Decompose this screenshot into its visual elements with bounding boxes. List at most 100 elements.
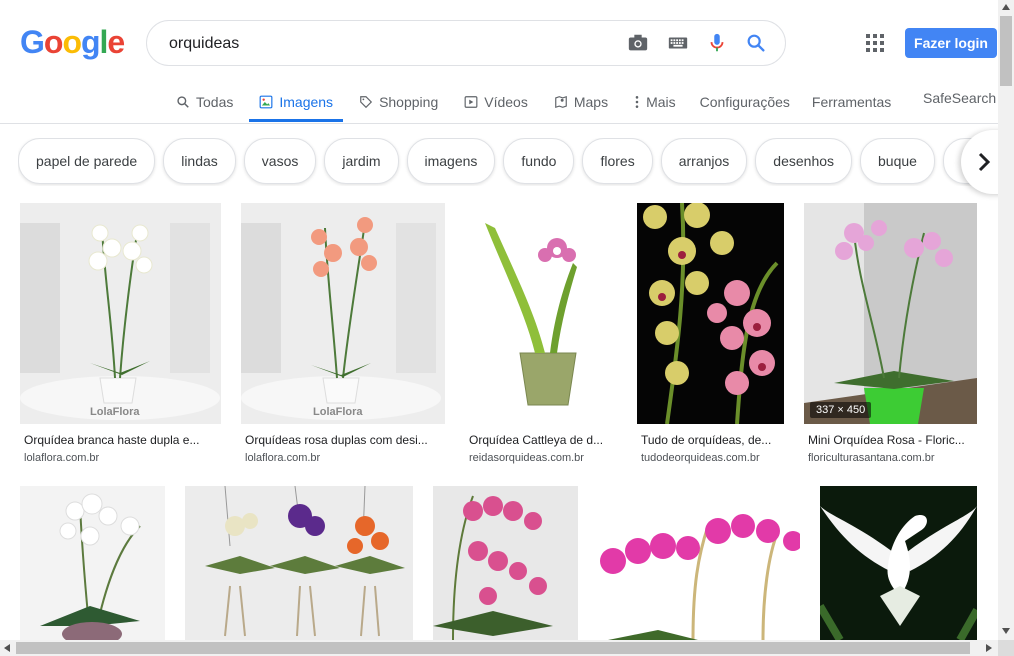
- apps-grid-icon[interactable]: [866, 34, 884, 52]
- tab-mais[interactable]: Mais: [624, 84, 686, 120]
- logo-letter: o: [43, 24, 64, 60]
- result-thumbnail: 337 × 450: [804, 203, 977, 424]
- scroll-down-arrow-icon[interactable]: [1002, 628, 1010, 634]
- search-icon[interactable]: [745, 32, 767, 54]
- result-title: Tudo de orquídeas, de...: [641, 433, 772, 447]
- tab-label: Configurações: [699, 94, 790, 110]
- tab-label: Todas: [196, 94, 234, 110]
- camera-icon[interactable]: [627, 32, 649, 54]
- search-input[interactable]: [167, 21, 611, 67]
- watermark: LolaFlora: [90, 406, 140, 418]
- scroll-left-arrow-icon[interactable]: [4, 644, 10, 652]
- orchid-photo: [820, 486, 977, 640]
- image-result[interactable]: [820, 486, 977, 640]
- result-thumbnail: [465, 203, 617, 424]
- tab-videos[interactable]: Vídeos: [454, 84, 538, 120]
- image-dimensions-badge: 337 × 450: [810, 402, 872, 418]
- result-source: floriculturasantana.com.br: [808, 452, 935, 464]
- scroll-right-arrow-icon[interactable]: [986, 644, 992, 652]
- chip[interactable]: buque: [860, 138, 935, 184]
- orchid-photo: [433, 486, 578, 640]
- login-button[interactable]: Fazer login: [905, 28, 997, 58]
- image-result[interactable]: [433, 486, 578, 640]
- tab-label: Imagens: [279, 94, 334, 110]
- result-thumbnail: [820, 486, 977, 640]
- orchid-photo: [637, 203, 784, 424]
- watermark: LolaFlora: [313, 406, 363, 418]
- orchid-photo: [804, 203, 977, 424]
- chip[interactable]: vasos: [243, 138, 317, 184]
- logo-letter: e: [107, 24, 125, 60]
- result-title: Orquídeas rosa duplas com desi...: [245, 433, 428, 447]
- google-logo[interactable]: Google: [20, 24, 125, 61]
- result-thumbnail: [598, 486, 800, 640]
- image-result[interactable]: Orquídea Cattleya de d... reidasorquidea…: [465, 203, 617, 465]
- vertical-scrollbar[interactable]: [998, 0, 1014, 640]
- tab-label: Ferramentas: [811, 94, 892, 110]
- image-result[interactable]: LolaFlora Orquídea branca haste dupla e.…: [20, 203, 221, 465]
- result-source: reidasorquideas.com.br: [469, 452, 584, 464]
- logo-letter: l: [99, 24, 109, 60]
- tag-icon: [360, 96, 373, 109]
- tab-maps[interactable]: Maps: [544, 84, 618, 120]
- tab-label: Shopping: [379, 94, 439, 110]
- tab-shopping[interactable]: Shopping: [349, 84, 448, 120]
- map-icon: [554, 95, 567, 109]
- tab-configuracoes[interactable]: Configurações: [692, 84, 798, 120]
- search-tabs: Todas Imagens Shopping Vídeos Maps Mais …: [166, 84, 905, 122]
- image-result[interactable]: LolaFlora Orquídeas rosa duplas com desi…: [241, 203, 445, 465]
- orchid-photo: LolaFlora: [241, 203, 445, 424]
- image-result[interactable]: [20, 486, 165, 640]
- chevron-right-icon: [978, 152, 991, 172]
- logo-letter: G: [20, 24, 45, 60]
- vertical-scroll-thumb[interactable]: [1000, 16, 1012, 86]
- horizontal-scroll-thumb[interactable]: [16, 642, 970, 654]
- image-icon: [259, 95, 273, 109]
- related-chips: papel de parede lindas vasos jardim imagens f…: [18, 138, 998, 186]
- result-title: Orquídea branca haste dupla e...: [24, 433, 200, 447]
- chip[interactable]: desenhos: [755, 138, 853, 184]
- result-thumbnail: [433, 486, 578, 640]
- result-title: Orquídea Cattleya de d...: [469, 433, 604, 447]
- tab-label: Mais: [646, 94, 676, 110]
- logo-letter: g: [80, 24, 101, 60]
- result-thumbnail: [20, 486, 165, 640]
- safesearch-toggle[interactable]: SafeSearch ▾: [923, 90, 1007, 107]
- orchid-photo: [20, 486, 165, 640]
- orchid-photo: [465, 203, 617, 424]
- tab-label: Maps: [573, 94, 609, 110]
- tab-imagens[interactable]: Imagens: [249, 84, 343, 122]
- tab-ferramentas[interactable]: Ferramentas: [804, 84, 899, 120]
- image-result[interactable]: Tudo de orquídeas, de... tudodeorquideas…: [637, 203, 784, 465]
- chip[interactable]: arranjos: [660, 138, 748, 184]
- image-result[interactable]: [185, 486, 413, 640]
- header: Google Fazer login Todas Imagens Shoppin…: [0, 0, 1007, 124]
- horizontal-scrollbar[interactable]: [0, 640, 998, 656]
- microphone-icon[interactable]: [706, 32, 728, 54]
- search-icon: [177, 96, 189, 108]
- more-vert-icon: [635, 96, 639, 108]
- scrollbar-corner: [998, 640, 1014, 656]
- result-source: tudodeorquideas.com.br: [641, 452, 760, 464]
- result-thumbnail: LolaFlora: [241, 203, 445, 424]
- result-source: lolaflora.com.br: [245, 452, 321, 464]
- chip[interactable]: jardim: [324, 138, 399, 184]
- image-result[interactable]: 337 × 450 Mini Orquídea Rosa - Floric...…: [804, 203, 977, 465]
- chip[interactable]: lindas: [163, 138, 236, 184]
- chip[interactable]: fundo: [503, 138, 575, 184]
- result-thumbnail: LolaFlora: [20, 203, 221, 424]
- chip[interactable]: flores: [582, 138, 653, 184]
- orchid-photo: [185, 486, 413, 640]
- search-box: [146, 20, 786, 67]
- keyboard-icon[interactable]: [667, 32, 689, 54]
- play-icon: [464, 96, 478, 108]
- orchid-photo: [598, 486, 800, 640]
- result-thumbnail: [185, 486, 413, 640]
- tab-todas[interactable]: Todas: [166, 84, 243, 120]
- chip[interactable]: papel de parede: [18, 138, 156, 184]
- image-result[interactable]: [598, 486, 800, 640]
- scroll-up-arrow-icon[interactable]: [1002, 4, 1010, 10]
- result-title: Mini Orquídea Rosa - Floric...: [808, 433, 965, 447]
- chip[interactable]: imagens: [406, 138, 496, 184]
- logo-letter: o: [62, 24, 82, 60]
